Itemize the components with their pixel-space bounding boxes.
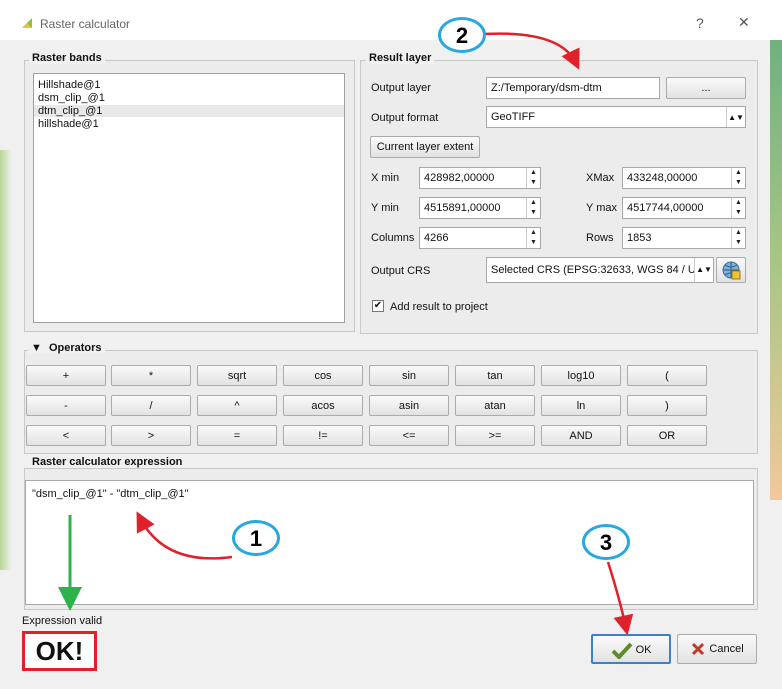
annotation-arrows (58, 32, 634, 636)
callout-1: 1 (232, 520, 280, 556)
callout2-arrow (483, 32, 580, 70)
callout3-arrow (606, 561, 634, 636)
callout-2: 2 (438, 17, 486, 53)
callout-3: 3 (582, 524, 630, 560)
callout1-arrow (136, 511, 233, 560)
ok-badge: OK! (22, 631, 97, 671)
